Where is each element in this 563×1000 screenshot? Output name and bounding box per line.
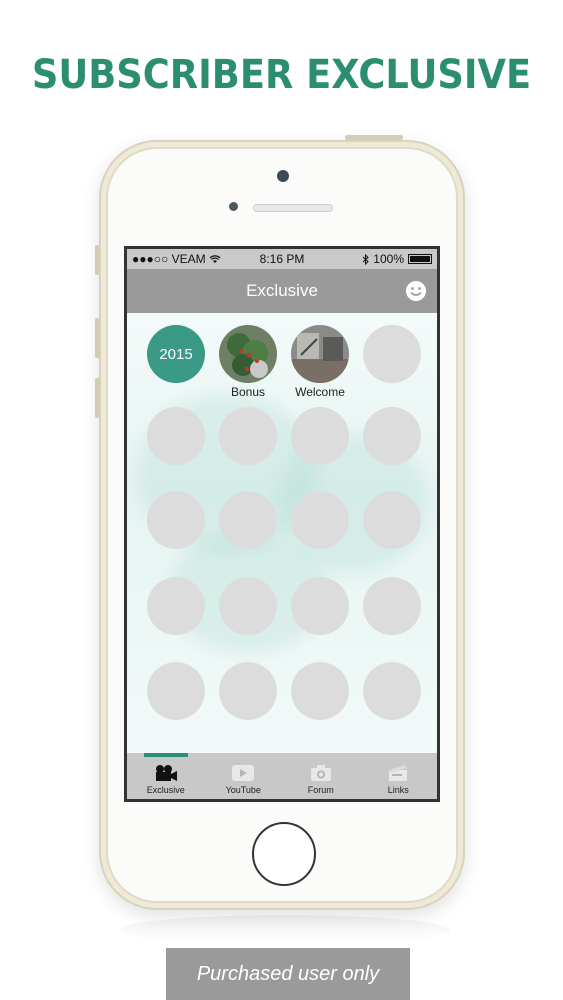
carrier-label: ●●●○○ VEAM xyxy=(132,252,242,266)
status-time: 8:16 PM xyxy=(259,252,305,266)
tab-forum[interactable]: Forum xyxy=(282,753,360,799)
status-bar: ●●●○○ VEAM 8:16 PM 100% xyxy=(127,249,437,269)
play-icon xyxy=(232,765,255,781)
placeholder-circle xyxy=(363,325,421,383)
tab-label: Exclusive xyxy=(146,785,185,795)
battery-icon xyxy=(408,254,432,264)
grid-item-empty xyxy=(147,662,205,720)
video-camera-icon xyxy=(155,765,177,781)
earpiece-speaker xyxy=(253,204,333,212)
wifi-icon xyxy=(209,255,221,264)
grid-item-empty xyxy=(291,407,349,465)
camera-icon xyxy=(310,765,331,781)
grid-item-empty xyxy=(363,662,421,720)
grid-item-welcome[interactable]: Welcome xyxy=(291,325,349,399)
placeholder-circle xyxy=(219,491,277,549)
volume-down-button xyxy=(95,378,100,418)
bluetooth-icon xyxy=(362,253,370,265)
grid-item-label: Welcome xyxy=(295,385,345,399)
placeholder-circle xyxy=(219,662,277,720)
grid-item-empty xyxy=(219,491,277,549)
placeholder-circle xyxy=(147,491,205,549)
power-button xyxy=(345,135,403,140)
smiley-icon[interactable] xyxy=(405,280,427,302)
grid-item-empty xyxy=(291,577,349,635)
grid-item-empty xyxy=(147,577,205,635)
grid-item-label: Bonus xyxy=(230,385,266,399)
placeholder-circle xyxy=(291,577,349,635)
tab-links[interactable]: Links xyxy=(360,753,438,799)
placeholder-circle xyxy=(363,577,421,635)
grid-item-empty xyxy=(291,491,349,549)
grid-item-empty xyxy=(219,407,277,465)
nav-bar: Exclusive xyxy=(127,269,437,313)
grid-item-empty xyxy=(147,491,205,549)
grid-item-empty xyxy=(291,662,349,720)
mute-switch xyxy=(95,245,100,275)
grid-item-empty xyxy=(147,407,205,465)
home-button[interactable] xyxy=(252,822,316,886)
tab-label: Forum xyxy=(307,785,334,795)
placeholder-circle xyxy=(147,662,205,720)
sensor-icon xyxy=(229,202,238,211)
placeholder-circle xyxy=(291,407,349,465)
tab-label: Links xyxy=(387,785,409,795)
grid-item-empty xyxy=(219,662,277,720)
tab-youtube[interactable]: YouTube xyxy=(205,753,283,799)
grid-item-empty xyxy=(219,577,277,635)
placeholder-circle xyxy=(363,491,421,549)
plant-photo-icon[interactable] xyxy=(219,325,277,383)
exclusive-grid: 2015 Bonus Welcome xyxy=(127,313,437,753)
placeholder-circle xyxy=(147,407,205,465)
nav-title: Exclusive xyxy=(246,281,318,300)
placeholder-circle xyxy=(363,407,421,465)
room-photo-icon[interactable] xyxy=(291,325,349,383)
tab-exclusive[interactable]: Exclusive xyxy=(127,753,205,799)
tab-bar: Exclusive YouTube Forum Links xyxy=(127,753,437,799)
phone-shadow xyxy=(120,915,450,945)
battery-percent: 100% xyxy=(373,252,404,266)
placeholder-circle xyxy=(219,407,277,465)
front-camera-icon xyxy=(277,170,289,182)
purchase-banner: Purchased user only xyxy=(166,948,410,1000)
grid-item-year[interactable]: 2015 xyxy=(147,325,205,383)
grid-item-empty xyxy=(363,491,421,549)
placeholder-circle xyxy=(291,662,349,720)
links-icon xyxy=(389,765,408,781)
grid-item-empty xyxy=(363,407,421,465)
placeholder-circle xyxy=(363,662,421,720)
tab-label: YouTube xyxy=(225,785,261,795)
placeholder-circle xyxy=(219,577,277,635)
grid-item-bonus[interactable]: Bonus xyxy=(219,325,277,399)
grid-item-empty xyxy=(363,577,421,635)
placeholder-circle xyxy=(147,577,205,635)
volume-up-button xyxy=(95,318,100,358)
phone-screen: ●●●○○ VEAM 8:16 PM 100% Exclusive 2015 B… xyxy=(124,246,440,802)
placeholder-circle xyxy=(291,491,349,549)
grid-item-empty xyxy=(363,325,421,383)
status-right: 100% xyxy=(322,252,432,266)
year-circle[interactable]: 2015 xyxy=(147,325,205,383)
headline: SUBSCRIBER EXCLUSIVE xyxy=(31,52,532,98)
